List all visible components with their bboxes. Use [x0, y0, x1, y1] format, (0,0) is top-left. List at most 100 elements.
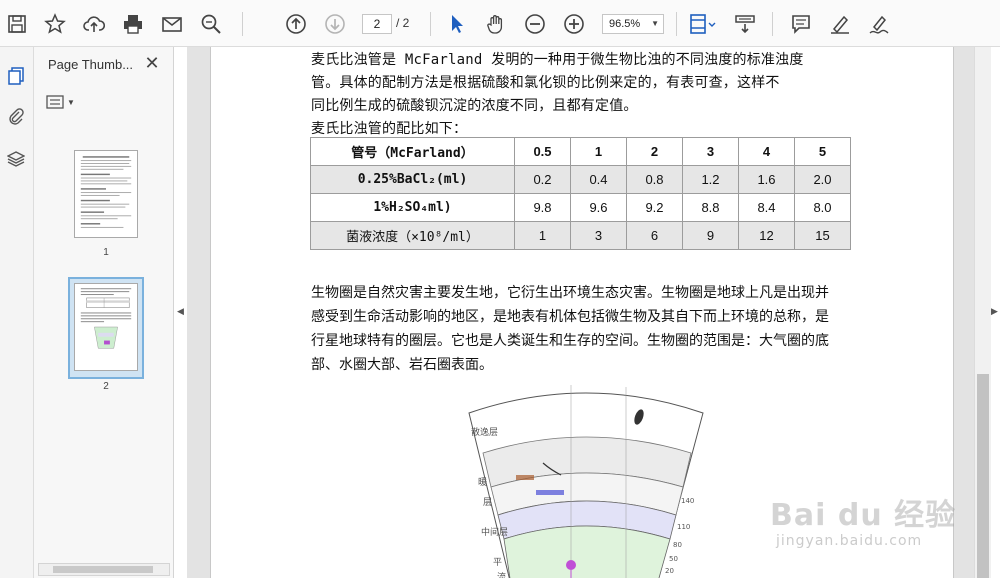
thumbnail-page-number: 1 [103, 247, 109, 258]
previous-page-icon[interactable] [281, 9, 311, 39]
mail-icon[interactable] [157, 9, 187, 39]
diagram-altitude-tick: 50 [669, 555, 678, 563]
zoom-search-icon[interactable] [196, 9, 226, 39]
panel-title: Page Thumb... [48, 57, 134, 72]
table-cell: 15 [794, 221, 851, 250]
chevron-down-icon: ▼ [651, 19, 659, 28]
close-icon[interactable]: ✕ [142, 53, 162, 73]
sign-icon[interactable] [864, 9, 894, 39]
diagram-layer-label: 流 [497, 571, 506, 578]
diagram-altitude-tick: 20 [665, 567, 674, 575]
table-cell: 3 [682, 137, 739, 166]
table-cell-header: 管号（McFarland） [310, 137, 515, 166]
table-cell: 1.2 [682, 165, 739, 194]
biosphere-line: 行星地球特有的圈层。它也是人类诞生和生存的空间。生物圈的范围是：大气圈的底 [311, 332, 829, 348]
table-cell: 6 [626, 221, 683, 250]
zoom-out-icon[interactable] [520, 9, 550, 39]
pdf-page: 麦氏比浊管是 McFarland 发明的一种用于微生物比浊的不同浊度的标准浊度 … [210, 47, 954, 578]
page-thumbnails-icon[interactable] [3, 63, 29, 89]
hand-tool-icon[interactable] [481, 9, 511, 39]
biosphere-line: 生物圈是自然灾害主要发生地，它衍生出环境生态灾害。生物圈是地球上凡是出现并 [311, 284, 829, 300]
cloud-upload-icon[interactable] [79, 9, 109, 39]
table-cell: 2 [626, 137, 683, 166]
scroll-mode-icon[interactable] [730, 9, 760, 39]
intro-line: 管。具体的配制方法是根据硫酸和氯化钡的比例来定的，有表可查，这样不 [311, 75, 780, 91]
thumbnail-options-button[interactable]: ▼ [46, 93, 80, 111]
diagram-altitude-tick: 80 [673, 541, 682, 549]
table-cell: 2.0 [794, 165, 851, 194]
zoom-in-icon[interactable] [559, 9, 589, 39]
thumbnail-preview [80, 288, 132, 349]
layers-icon[interactable] [3, 146, 29, 172]
next-page-icon[interactable] [320, 9, 350, 39]
toolbar-divider [676, 12, 677, 36]
chevron-down-icon: ▼ [67, 97, 75, 107]
table-cell: 1 [570, 137, 627, 166]
table-cell: 4 [738, 137, 795, 166]
diagram-layer-label: 层 [483, 497, 492, 508]
biosphere-line: 部、水圈大部、岩石圈表面。 [311, 356, 493, 372]
table-row: 0.25%BaCl₂(ml) 0.2 0.4 0.8 1.2 1.6 2.0 [310, 165, 851, 194]
table-cell: 1.6 [738, 165, 795, 194]
highlight-pen-icon[interactable] [825, 9, 855, 39]
page-number-input[interactable]: 2 [362, 14, 392, 34]
toolbar-divider [242, 12, 243, 36]
table-cell: 9.2 [626, 193, 683, 222]
left-navigation-rail [0, 47, 34, 578]
diagram-altitude-tick: 140 [681, 497, 694, 505]
page-thumbnail-1[interactable] [74, 150, 138, 238]
table-row: 管号（McFarland） 0.5 1 2 3 4 5 [310, 137, 851, 166]
table-cell: 9.8 [514, 193, 571, 222]
diagram-altitude-tick: 110 [677, 523, 690, 531]
table-cell: 0.8 [626, 165, 683, 194]
mcfarland-ratio-table: 管号（McFarland） 0.5 1 2 3 4 5 0.25%BaCl₂(m… [310, 137, 851, 250]
table-cell: 9 [682, 221, 739, 250]
table-cell: 0.5 [514, 137, 571, 166]
table-cell-header: 菌液浓度（×10⁸/ml） [310, 221, 515, 250]
intro-line: 同比例生成的硫酸钡沉淀的浓度不同，且都有定值。 [311, 98, 638, 114]
scrollbar-thumb[interactable] [53, 566, 153, 573]
table-cell-header: 0.25%BaCl₂(ml) [310, 165, 515, 194]
diagram-layer-label: 暖 [478, 476, 487, 488]
page-thumbnail-2[interactable] [74, 283, 138, 371]
zoom-level-value: 96.5% [609, 18, 641, 30]
options-list-icon [46, 95, 64, 109]
comment-icon[interactable] [786, 9, 816, 39]
diagram-layer-label: 中间层 [481, 526, 508, 538]
table-cell: 8.4 [738, 193, 795, 222]
bookmark-star-icon[interactable] [40, 9, 70, 39]
table-row: 菌液浓度（×10⁸/ml） 1 3 6 9 12 15 [310, 221, 851, 250]
save-icon[interactable] [2, 9, 32, 39]
select-cursor-icon[interactable] [442, 9, 472, 39]
atmosphere-layers-diagram: 散逸层 暖 层 中间层 平 流 140 110 80 50 20 0 [468, 385, 704, 578]
table-cell: 12 [738, 221, 795, 250]
zoom-level-select[interactable]: 96.5% ▼ [602, 14, 664, 34]
table-cell: 3 [570, 221, 627, 250]
table-cell: 9.6 [570, 193, 627, 222]
table-cell: 8.8 [682, 193, 739, 222]
intro-line: 麦氏比浊管是 McFarland 发明的一种用于微生物比浊的不同浊度的标准浊度 [311, 52, 804, 68]
print-icon[interactable] [118, 9, 148, 39]
intro-line: 麦氏比浊管的配比如下： [311, 121, 468, 137]
biosphere-line: 感受到生命活动影响的地区，是地表有机体包括微生物及其自下而上环境的总称，是 [311, 308, 829, 324]
attachment-paperclip-icon[interactable] [3, 103, 29, 129]
expand-right-panel-icon[interactable]: ▶ [991, 306, 1000, 320]
table-row: 1%H₂SO₄ml) 9.8 9.6 9.2 8.8 8.4 8.0 [310, 193, 851, 222]
thumbnail-preview [80, 156, 132, 228]
scrollbar-thumb[interactable] [977, 374, 989, 578]
table-cell: 5 [794, 137, 851, 166]
table-cell: 0.2 [514, 165, 571, 194]
diagram-layer-label: 散逸层 [471, 426, 498, 438]
pdf-reader-window: 2 / 2 96.5% ▼ Page Thumb... ✕ ▼ 1 2 ◀ 麦氏… [0, 0, 1000, 578]
table-cell: 1 [514, 221, 571, 250]
document-vertical-scrollbar[interactable] [974, 47, 991, 578]
toolbar-divider [430, 12, 431, 36]
fit-page-icon[interactable] [684, 9, 720, 39]
toolbar-divider [772, 12, 773, 36]
table-cell: 0.4 [570, 165, 627, 194]
collapse-left-panel-icon[interactable]: ◀ [177, 306, 187, 320]
thumbnail-horizontal-scrollbar[interactable] [38, 563, 170, 576]
thumbnail-page-number: 2 [103, 381, 109, 392]
diagram-layer-label: 平 [493, 557, 502, 568]
page-total-label: / 2 [396, 16, 410, 30]
